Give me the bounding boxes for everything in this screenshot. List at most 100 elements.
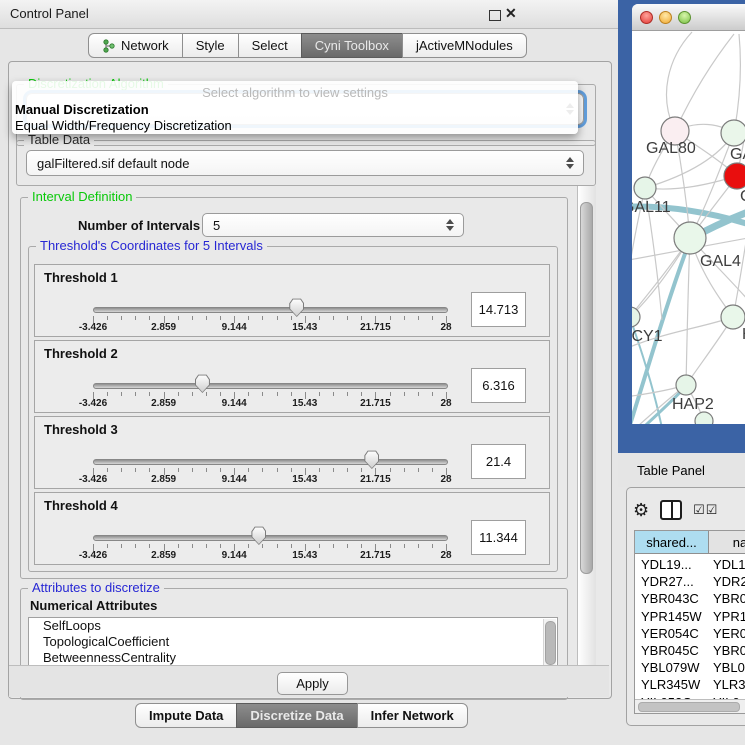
table-row[interactable]: YBR045CYBR0 (635, 642, 745, 659)
popup-item-equal-width-frequency[interactable]: Equal Width/Frequency Discretization (15, 118, 232, 133)
threshold-3-value-field[interactable]: 21.4 (471, 444, 526, 479)
tick-label: 15.43 (292, 398, 317, 409)
attribute-list-item[interactable]: SelfLoops (29, 618, 557, 634)
close-traffic-light-icon[interactable] (640, 11, 653, 24)
tab-cyni-toolbox[interactable]: Cyni Toolbox (301, 33, 403, 58)
table-data-combobox[interactable]: galFiltered.sif default node (26, 150, 584, 176)
minor-tick (418, 544, 419, 548)
minimize-traffic-light-icon[interactable] (659, 11, 672, 24)
threshold-1-slider-thumb[interactable] (289, 298, 304, 317)
tab-network[interactable]: Network (88, 33, 183, 58)
apply-button[interactable]: Apply (277, 672, 348, 695)
table-row[interactable]: YDL19...YDL1 (635, 556, 745, 573)
popup-hint-item: Select algorithm to view settings (12, 85, 578, 100)
table-row[interactable]: YER054CYER0 (635, 625, 745, 642)
minor-tick (107, 544, 108, 548)
threshold-2-box: Threshold 2 6.316 -3.4262.8599.14415.432… (34, 340, 550, 413)
network-node[interactable] (632, 307, 640, 327)
network-node[interactable] (721, 120, 745, 146)
minor-tick (121, 392, 122, 396)
table-row[interactable]: YDR27...YDR2 (635, 573, 745, 590)
tick-label: -3.426 (79, 474, 107, 485)
attributes-scrollbar-thumb[interactable] (545, 621, 556, 665)
table-row[interactable]: YBL079WYBL0 (635, 659, 745, 676)
minor-tick (347, 316, 348, 320)
table-row[interactable]: YPR145WYPR1 (635, 608, 745, 625)
zoom-traffic-light-icon[interactable] (678, 11, 691, 24)
split-columns-icon[interactable] (660, 500, 682, 520)
network-edge[interactable] (734, 34, 740, 133)
tab-discretize-data[interactable]: Discretize Data (236, 703, 357, 728)
minor-tick (192, 392, 193, 396)
minor-tick (206, 392, 207, 396)
threshold-1-value-field[interactable]: 14.713 (471, 292, 526, 327)
network-node-label: GAL4 (700, 253, 741, 270)
numerical-attributes-list[interactable]: SelfLoopsTopologicalCoefficientBetweenne… (28, 617, 558, 671)
network-graph-canvas[interactable]: GAL80GACGAL11GAL4GCY1HHAP2 (632, 30, 745, 424)
minor-tick (361, 316, 362, 320)
minor-tick (107, 392, 108, 396)
attributes-scrollbar-track[interactable] (543, 619, 556, 669)
network-edge[interactable] (675, 34, 734, 131)
minor-tick (333, 544, 334, 548)
table-hscrollbar-track[interactable] (635, 699, 745, 713)
bottom-tab-bar: Impute Data Discretize Data Infer Networ… (135, 703, 468, 728)
minor-tick (319, 316, 320, 320)
network-icon (102, 39, 116, 53)
threshold-3-slider-track[interactable] (93, 459, 448, 465)
network-window-titlebar[interactable] (632, 4, 745, 31)
float-window-icon[interactable] (489, 10, 501, 21)
table-row[interactable]: YLR345WYLR3 (635, 676, 745, 693)
minor-tick (220, 468, 221, 472)
cell-shared-name: YBR043C (641, 591, 699, 606)
network-node[interactable] (674, 222, 706, 254)
threshold-1-slider-track[interactable] (93, 307, 448, 313)
settings-scrollbar-thumb[interactable] (580, 202, 593, 574)
threshold-4-value-field[interactable]: 11.344 (471, 520, 526, 555)
tab-jactivemnodules[interactable]: jActiveMNodules (402, 33, 527, 58)
minor-tick (291, 392, 292, 396)
tick-label: -3.426 (79, 398, 107, 409)
network-node[interactable] (676, 375, 696, 395)
table-hscrollbar-thumb[interactable] (638, 702, 740, 712)
network-edge[interactable] (686, 238, 690, 385)
network-edge[interactable] (645, 176, 737, 189)
threshold-2-slider-track[interactable] (93, 383, 448, 389)
network-node-label: GAL11 (632, 199, 671, 216)
tab-impute-data[interactable]: Impute Data (135, 703, 237, 728)
threshold-2-slider-thumb[interactable] (195, 374, 210, 393)
network-node[interactable] (634, 177, 656, 199)
close-icon[interactable]: ✕ (505, 5, 517, 22)
minor-tick (432, 392, 433, 396)
network-node[interactable] (724, 163, 745, 189)
tab-style[interactable]: Style (182, 33, 239, 58)
threshold-3-box: Threshold 3 21.4 -3.4262.8599.14415.4321… (34, 416, 550, 489)
number-of-intervals-value: 5 (213, 218, 220, 233)
attribute-list-item[interactable]: BetweennessCentrality (29, 650, 557, 666)
gear-icon[interactable]: ⚙ (633, 501, 649, 519)
network-node[interactable] (695, 412, 713, 424)
popup-item-manual-discretization[interactable]: Manual Discretization (15, 102, 149, 117)
minor-tick (121, 468, 122, 472)
minor-tick (404, 316, 405, 320)
minor-tick (277, 468, 278, 472)
threshold-4-slider-track[interactable] (93, 535, 448, 541)
cell-name: YBR0 (713, 643, 745, 658)
column-header-shared-name[interactable]: shared... (635, 531, 709, 554)
tick-label: 21.715 (360, 322, 391, 333)
table-row[interactable]: YBR043CYBR0 (635, 590, 745, 607)
minor-tick (206, 468, 207, 472)
attribute-list-item[interactable]: TopologicalCoefficient (29, 634, 557, 650)
threshold-4-slider-thumb[interactable] (251, 526, 266, 545)
cell-name: YBL0 (713, 660, 745, 675)
checkbox-checked-icons[interactable]: ☑☑ (693, 502, 718, 518)
column-header-name[interactable]: name (709, 531, 745, 554)
threshold-3-slider-thumb[interactable] (364, 450, 379, 469)
node-attribute-table[interactable]: shared... name YDL19...YDL1YDR27...YDR2Y… (634, 530, 745, 714)
threshold-2-value-field[interactable]: 6.316 (471, 368, 526, 403)
tab-infer-network[interactable]: Infer Network (357, 703, 468, 728)
tab-select[interactable]: Select (238, 33, 302, 58)
number-of-intervals-combobox[interactable]: 5 (202, 213, 464, 237)
combo-arrows-icon (446, 219, 454, 231)
network-edge[interactable] (667, 32, 692, 131)
